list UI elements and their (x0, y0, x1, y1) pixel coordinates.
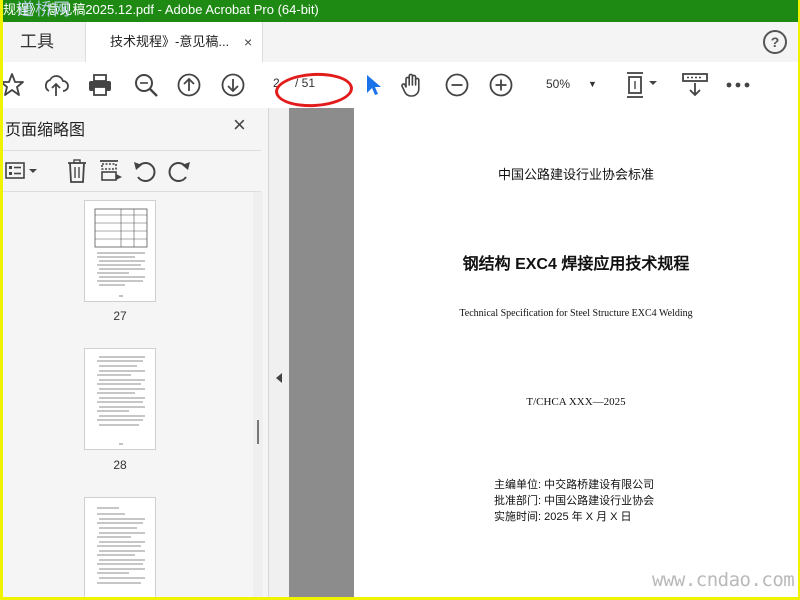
doc-meta-label: 实施时间: (494, 511, 542, 523)
print-icon[interactable] (85, 70, 115, 100)
zoom-select[interactable]: 50% ▼ (530, 70, 602, 98)
doc-title-english: Technical Specification for Steel Struct… (459, 308, 693, 319)
zoom-value: 50% (546, 77, 571, 91)
panel-close-icon[interactable]: × (233, 112, 246, 138)
help-icon[interactable]: ? (763, 30, 787, 54)
doc-meta-label: 主编单位: (494, 479, 542, 491)
title-bar: 规程》-意见稿2025.12.pdf - Adobe Acrobat Pro (… (3, 0, 798, 22)
doc-code: T/CHCA XXX—2025 (526, 396, 626, 408)
thumbnail-scrollbar[interactable] (253, 192, 263, 597)
doc-meta-row: 主编单位: 中交路桥建设有限公司 (494, 476, 654, 492)
zoom-out-icon[interactable] (442, 70, 472, 100)
zoom-in-icon[interactable] (486, 70, 516, 100)
thumbnail-page[interactable] (84, 200, 156, 302)
rotate-ccw-icon[interactable] (131, 157, 159, 185)
doc-meta-value: 中国公路建设行业协会 (544, 495, 655, 507)
doc-meta-label: 批准部门: (494, 495, 542, 507)
hand-icon[interactable] (398, 70, 428, 100)
watermark-bottom: www.cndao.com (652, 569, 795, 591)
panel-toolbar (3, 150, 261, 192)
chevron-down-icon: ▼ (588, 79, 597, 89)
scrollbar-thumb[interactable] (257, 420, 259, 444)
main-toolbar: 2 / 51 50% ▼ (3, 62, 798, 109)
tab-close-icon[interactable]: × (244, 22, 252, 62)
extract-pages-icon[interactable] (96, 157, 124, 185)
tab-bar: 工具 技术规程》-意见稿... × ? (3, 22, 798, 63)
doc-title: 钢结构 EXC4 焊接应用技术规程 (462, 256, 690, 273)
select-cursor-icon[interactable] (358, 70, 388, 100)
thumbnail-list: 27 28 (3, 192, 253, 597)
tab-document-label: 技术规程》-意见稿... (110, 34, 230, 49)
doc-meta-row: 批准部门: 中国公路建设行业协会 (494, 492, 654, 508)
watermark-top: 道桥网 (17, 0, 71, 20)
doc-meta-value: 2025 年 X 月 X 日 (544, 511, 632, 523)
fit-page-icon[interactable] (623, 70, 659, 100)
panel-title: 页面缩略图 (5, 122, 86, 139)
doc-meta-row: 实施时间: 2025 年 X 月 X 日 (494, 508, 632, 524)
delete-icon[interactable] (63, 157, 91, 185)
thumbnail-page-number: 28 (113, 458, 127, 472)
page-thumbnails-panel: 页面缩略图 × 27 28 (3, 108, 269, 597)
tab-document[interactable]: 技术规程》-意见稿... × (85, 22, 263, 63)
thumbnail-options-icon[interactable] (3, 157, 43, 185)
page-up-icon[interactable] (174, 70, 204, 100)
acrobat-window: 规程》-意见稿2025.12.pdf - Adobe Acrobat Pro (… (3, 0, 798, 597)
doc-organization: 中国公路建设行业协会标准 (497, 167, 654, 182)
tab-tools[interactable]: 工具 (3, 22, 83, 62)
thumbnail-page[interactable] (84, 497, 156, 597)
scroll-mode-icon[interactable] (678, 70, 712, 100)
zoom-search-icon[interactable] (131, 70, 161, 100)
doc-meta-value: 中交路桥建设有限公司 (544, 479, 655, 491)
rotate-cw-icon[interactable] (165, 157, 193, 185)
document-view: 中国公路建设行业协会标准 钢结构 EXC4 焊接应用技术规程 Technical… (289, 108, 798, 597)
thumbnail-page-number: 27 (113, 309, 127, 323)
thumbnail-page[interactable] (84, 348, 156, 450)
collapse-left-arrow-icon[interactable] (276, 373, 282, 383)
panel-collapse-strip[interactable] (269, 108, 289, 597)
more-icon[interactable] (723, 70, 753, 100)
cloud-upload-icon[interactable] (41, 70, 71, 100)
pdf-page: 中国公路建设行业协会标准 钢结构 EXC4 焊接应用技术规程 Technical… (354, 108, 798, 597)
page-down-icon[interactable] (218, 70, 248, 100)
star-icon[interactable] (3, 70, 27, 100)
